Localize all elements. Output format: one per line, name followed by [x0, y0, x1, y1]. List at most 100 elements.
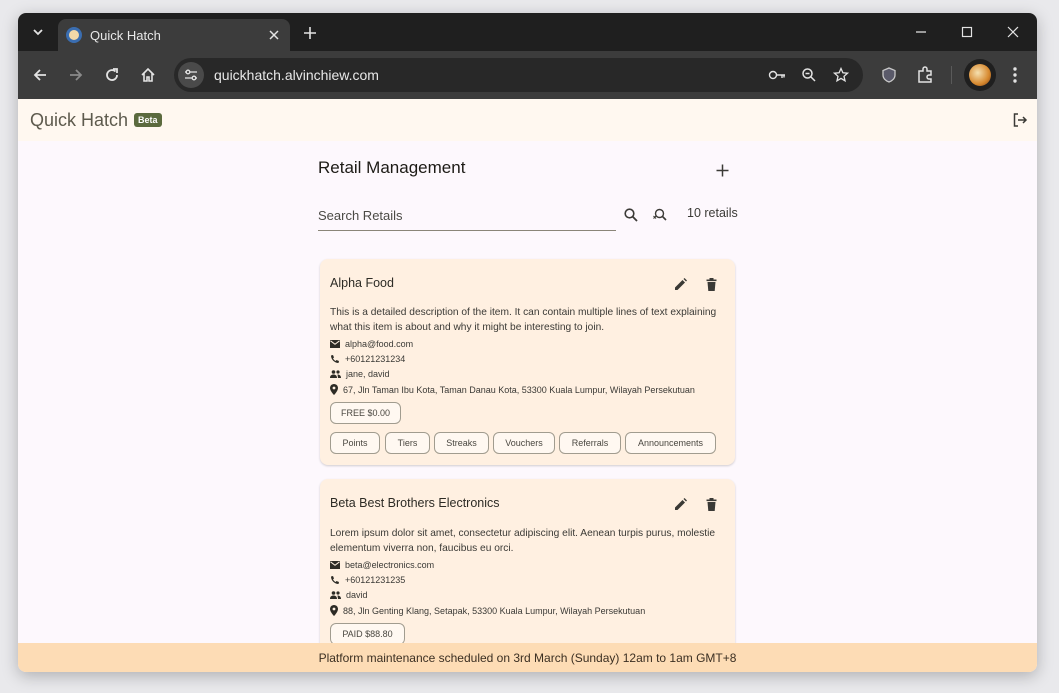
feature-chip-vouchers[interactable]: Vouchers — [493, 432, 555, 454]
page-title: Retail Management — [318, 158, 466, 177]
address-row: 67, Jln Taman Ibu Kota, Taman Danau Kota… — [330, 384, 695, 395]
email-row: beta@electronics.com — [330, 560, 434, 570]
address-row: 88, Jln Genting Klang, Setapak, 53300 Ku… — [330, 605, 645, 616]
reload-button[interactable] — [100, 63, 124, 87]
phone-row: +60121231235 — [330, 575, 405, 585]
location-pin-icon — [330, 384, 338, 395]
edit-icon — [674, 277, 687, 290]
zoom-button[interactable] — [793, 63, 825, 87]
edit-button[interactable] — [671, 275, 689, 293]
home-button[interactable] — [136, 63, 160, 87]
tab-title: Quick Hatch — [90, 27, 161, 43]
browser-menu-button[interactable] — [1003, 63, 1027, 87]
plus-icon — [304, 27, 316, 39]
phone-row: +60121231234 — [330, 354, 405, 364]
search-button[interactable] — [621, 205, 641, 225]
site-info-button[interactable] — [178, 62, 204, 88]
app-title[interactable]: Quick Hatch — [30, 110, 128, 131]
search-input[interactable] — [318, 201, 616, 231]
retail-address: 67, Jln Taman Ibu Kota, Taman Danau Kota… — [343, 384, 695, 395]
puzzle-icon — [918, 66, 932, 83]
shield-icon — [882, 67, 896, 83]
users-row: jane, david — [330, 369, 390, 379]
avatar-image — [969, 64, 991, 86]
retail-card[interactable]: Beta Best Brothers Electronics Lorem ips… — [320, 479, 735, 643]
bookmark-button[interactable] — [825, 63, 857, 87]
maximize-button[interactable] — [944, 19, 990, 45]
password-key-button[interactable] — [761, 63, 793, 87]
forward-button[interactable] — [64, 63, 88, 87]
retail-phone: +60121231234 — [345, 354, 406, 364]
retail-description: This is a detailed description of the it… — [330, 307, 717, 333]
plus-icon — [716, 164, 728, 176]
more-vert-icon — [1013, 67, 1017, 83]
feature-chip-points[interactable]: Points — [330, 432, 380, 454]
home-icon — [141, 67, 155, 82]
retail-users: david — [346, 590, 368, 600]
chevron-down-icon — [33, 29, 43, 36]
address-bar[interactable]: quickhatch.alvinchiew.com — [174, 58, 863, 92]
delete-button[interactable] — [702, 275, 720, 293]
star-icon — [833, 67, 849, 83]
retail-card[interactable]: Alpha Food This is a detailed descriptio… — [320, 259, 735, 465]
trash-icon — [706, 497, 716, 511]
email-row: alpha@food.com — [330, 339, 413, 349]
phone-icon — [331, 576, 339, 584]
browser-window: Quick Hatch quickhatch.alvinchiew.com Qu… — [18, 13, 1037, 672]
back-button[interactable] — [28, 63, 52, 87]
toolbar-divider — [951, 66, 952, 84]
feature-chip-announcements[interactable]: Announcements — [625, 432, 716, 454]
extensions-button[interactable] — [913, 63, 937, 87]
retail-name: Beta Best Brothers Electronics — [330, 496, 500, 510]
new-tab-button[interactable] — [298, 21, 322, 45]
edit-icon — [674, 497, 687, 510]
beta-badge: Beta — [134, 113, 162, 127]
minimize-button[interactable] — [898, 19, 944, 45]
trash-icon — [706, 277, 716, 291]
retail-email: alpha@food.com — [345, 339, 414, 349]
app-header: Quick Hatch Beta — [18, 99, 1037, 141]
feature-chip-tiers[interactable]: Tiers — [385, 432, 430, 454]
close-icon — [1007, 26, 1019, 38]
close-icon — [269, 30, 279, 40]
logout-icon — [1013, 113, 1028, 127]
clear-search-button[interactable] — [650, 205, 670, 225]
logout-button[interactable] — [1009, 109, 1031, 131]
search-icon — [624, 208, 638, 222]
retail-count: 10 retails — [687, 206, 738, 220]
browser-toolbar: quickhatch.alvinchiew.com — [18, 51, 1037, 99]
tune-icon — [185, 69, 197, 81]
reload-icon — [106, 68, 118, 81]
feature-chip-streaks[interactable]: Streaks — [434, 432, 489, 454]
retail-name: Alpha Food — [330, 276, 394, 290]
retail-email: beta@electronics.com — [345, 560, 435, 570]
retail-users: jane, david — [346, 369, 390, 379]
tab-strip: Quick Hatch — [18, 13, 1037, 51]
tab-close-button[interactable] — [264, 25, 284, 45]
add-retail-button[interactable] — [711, 159, 733, 181]
edit-button[interactable] — [671, 495, 689, 513]
minimize-icon — [916, 31, 926, 33]
main-content: Retail Management 10 retails Alpha Food … — [318, 141, 740, 643]
plan-chip[interactable]: PAID $88.80 — [330, 623, 405, 643]
delete-button[interactable] — [702, 495, 720, 513]
mail-icon — [330, 340, 340, 348]
feature-chip-referrals[interactable]: Referrals — [559, 432, 621, 454]
url-text[interactable]: quickhatch.alvinchiew.com — [214, 67, 761, 83]
profile-avatar[interactable] — [964, 59, 996, 91]
tab-quick-hatch[interactable]: Quick Hatch — [58, 19, 290, 51]
phone-icon — [331, 355, 339, 363]
people-icon — [330, 370, 341, 378]
plan-chip[interactable]: FREE $0.00 — [330, 402, 401, 424]
people-icon — [330, 591, 341, 599]
tab-search-button[interactable] — [26, 20, 50, 44]
retail-address: 88, Jln Genting Klang, Setapak, 53300 Ku… — [343, 605, 646, 616]
zoom-out-icon — [802, 68, 816, 82]
maintenance-banner: Platform maintenance scheduled on 3rd Ma… — [18, 643, 1037, 672]
arrow-left-icon — [33, 69, 46, 81]
search-off-icon — [653, 208, 667, 221]
location-pin-icon — [330, 605, 338, 616]
extension-shield-button[interactable] — [877, 63, 901, 87]
close-window-button[interactable] — [990, 19, 1036, 45]
favicon-icon — [66, 27, 82, 43]
